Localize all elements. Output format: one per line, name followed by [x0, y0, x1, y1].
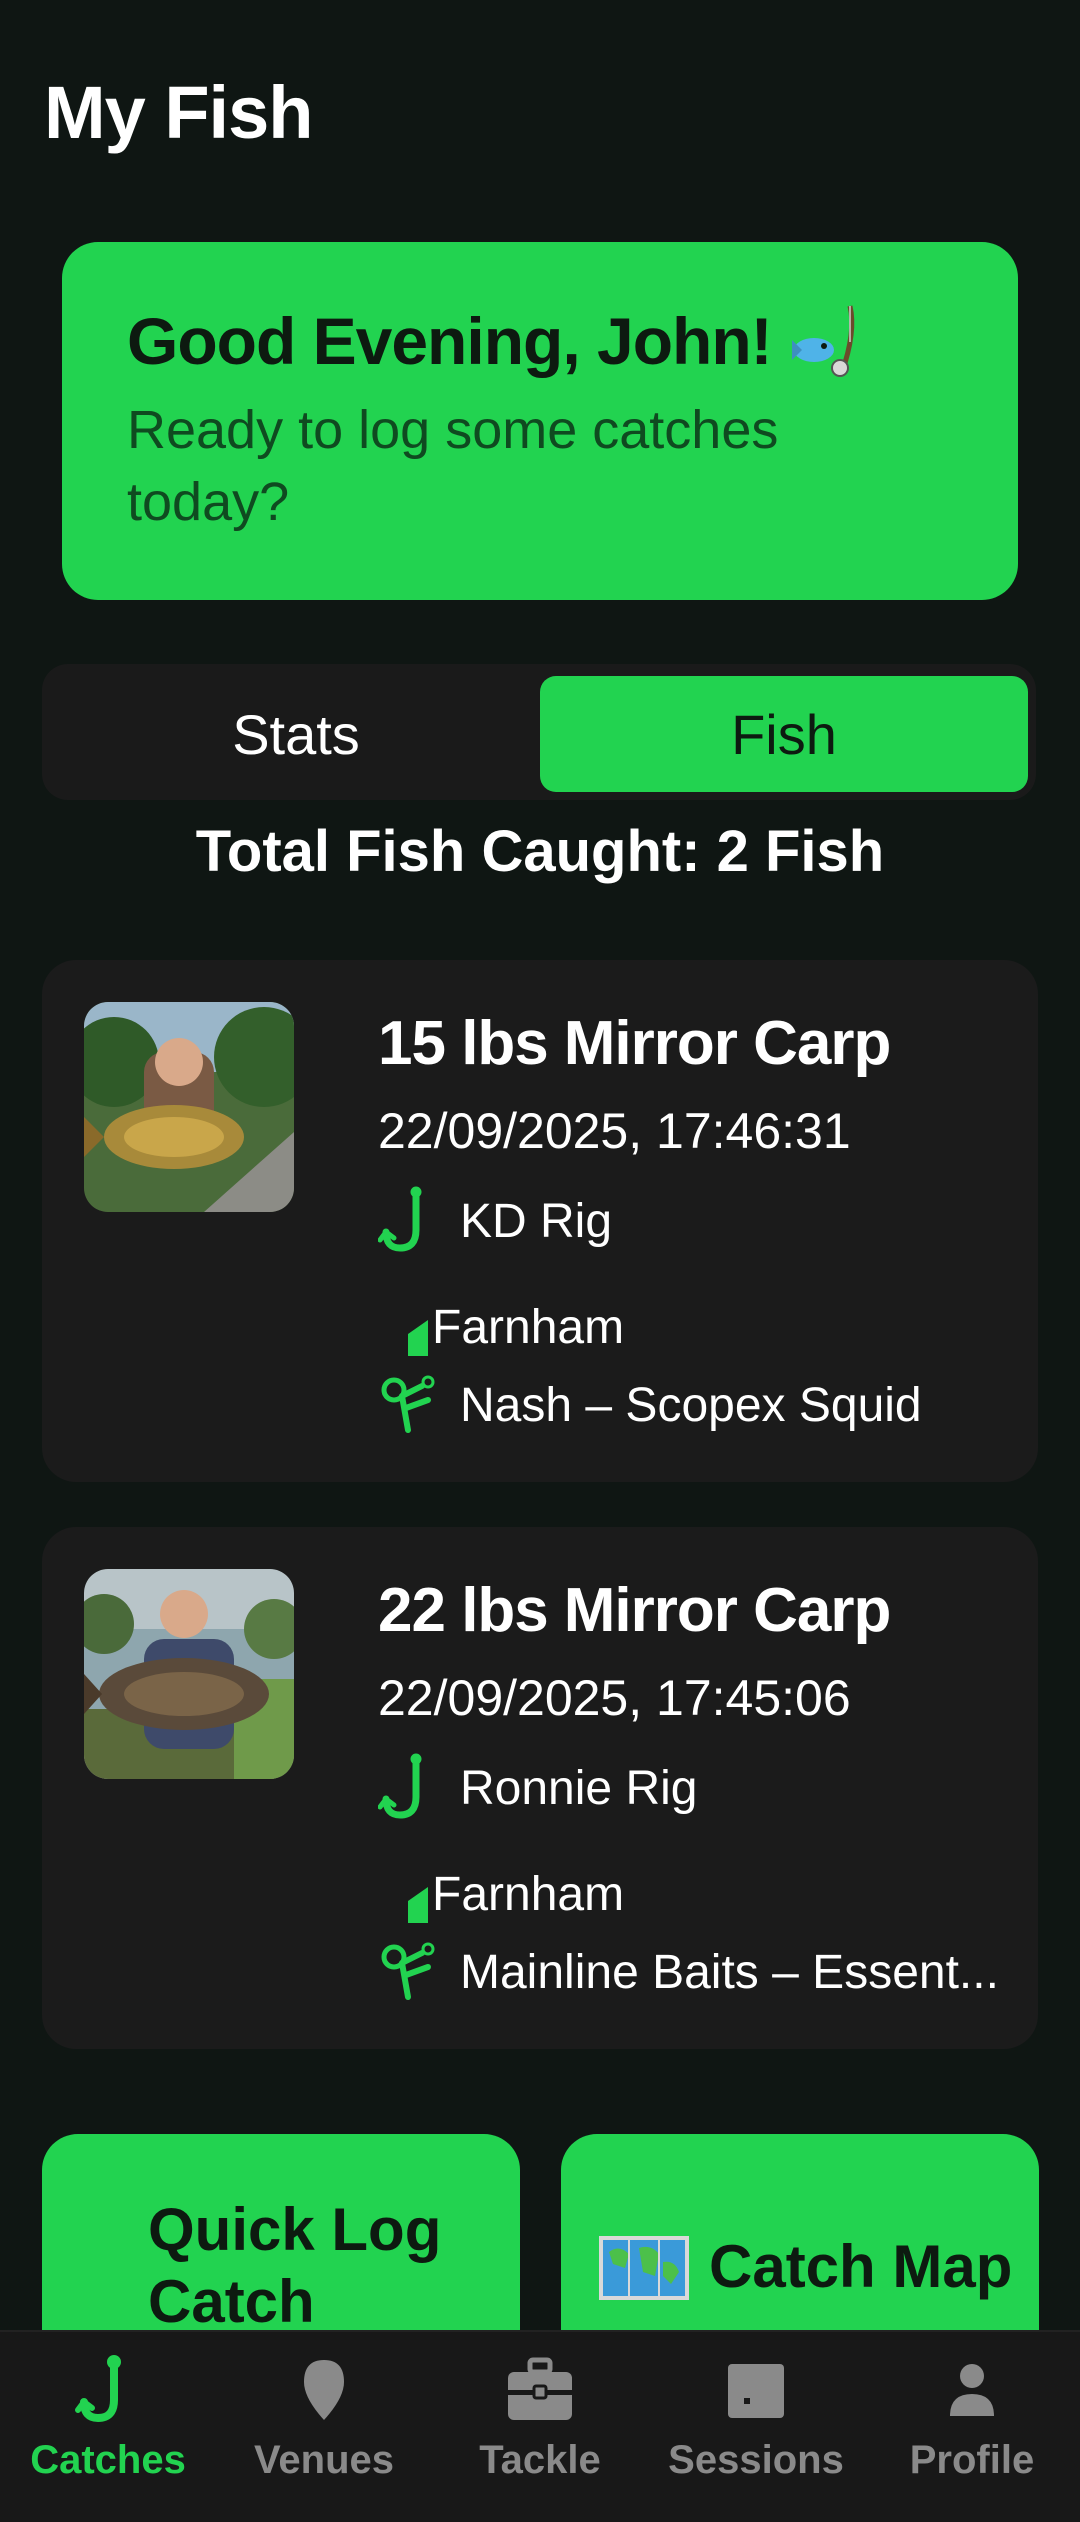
catch-venue-row: Farnham — [378, 1859, 624, 1929]
bottom-nav: Catches Venues Tackle Sessions Profile — [0, 2330, 1080, 2522]
bait-icon — [378, 1937, 440, 2007]
sessions-icon — [728, 2364, 784, 2418]
catch-photo — [84, 1002, 294, 1212]
catch-venue: Farnham — [432, 1300, 625, 1354]
catch-venue-row: Farnham — [378, 1292, 624, 1362]
nav-label: Profile — [909, 2438, 1035, 2482]
tab-fish[interactable]: Fish — [540, 676, 1028, 792]
catch-bait-row: Mainline Baits – Essent... — [378, 1937, 999, 2007]
nav-label: Venues — [253, 2438, 395, 2482]
world-map-icon — [599, 2232, 689, 2302]
catch-species: Mirror Carp — [563, 1576, 892, 1645]
nav-item-catches[interactable]: Catches — [0, 2354, 216, 2514]
hook-icon — [377, 1753, 440, 1823]
catch-photo — [84, 1569, 294, 1779]
catch-map-label: Catch Map — [709, 2233, 1013, 2300]
catch-bait: Nash – Scopex Squid — [460, 1378, 922, 1432]
tackle-box-icon — [508, 2357, 572, 2420]
fishing-pole-icon — [790, 302, 862, 380]
greeting-subtitle: Ready to log some catches today? — [127, 400, 779, 532]
catch-bait: Mainline Baits – Essent... — [460, 1945, 999, 1999]
location-pin-icon — [304, 2360, 344, 2420]
page-title: My Fish — [44, 71, 313, 154]
nav-label: Tackle — [479, 2438, 601, 2482]
nav-label: Sessions — [668, 2438, 844, 2482]
catch-rig-row: Ronnie Rig — [377, 1753, 698, 1823]
nav-item-sessions[interactable]: Sessions — [648, 2354, 864, 2514]
greeting-card: Good Evening, John! Ready to log some ca… — [62, 242, 1018, 600]
catch-rig-row: KD Rig — [377, 1186, 613, 1256]
view-toggle: Stats Fish — [42, 664, 1036, 800]
catch-title: 22 lbs Mirror Carp — [378, 1575, 892, 1646]
greeting-title: Good Evening, John! — [127, 304, 773, 378]
tab-stats[interactable]: Stats — [52, 676, 540, 792]
catch-rig: Ronnie Rig — [460, 1761, 698, 1815]
nav-label: Catches — [30, 2438, 186, 2482]
nav-item-tackle[interactable]: Tackle — [432, 2354, 648, 2514]
catch-datetime: 22/09/2025, 17:46:31 — [378, 1103, 851, 1159]
hook-icon — [377, 1186, 440, 1256]
bait-icon — [378, 1370, 440, 1440]
catch-rig: KD Rig — [460, 1194, 613, 1248]
venue-marker-icon — [378, 1292, 432, 1362]
catch-species: Mirror Carp — [563, 1009, 892, 1078]
venue-marker-icon — [378, 1859, 432, 1929]
nav-item-profile[interactable]: Profile — [864, 2354, 1080, 2514]
catch-weight: 15 lbs — [378, 1009, 549, 1078]
catch-card[interactable]: 22 lbs Mirror Carp 22/09/2025, 17:45:06 R… — [42, 1527, 1038, 2049]
nav-item-venues[interactable]: Venues — [216, 2354, 432, 2514]
catch-bait-row: Nash – Scopex Squid — [378, 1370, 922, 1440]
hook-icon — [75, 2355, 121, 2423]
greeting-title-row: Good Evening, John! — [127, 302, 958, 380]
catch-venue: Farnham — [432, 1867, 625, 1921]
catch-weight: 22 lbs — [378, 1576, 549, 1645]
person-icon — [950, 2364, 994, 2416]
catch-datetime: 22/09/2025, 17:45:06 — [378, 1670, 851, 1726]
total-fish-caught: Total Fish Caught: 2 Fish — [195, 819, 885, 884]
catch-title: 15 lbs Mirror Carp — [378, 1008, 892, 1079]
catch-card[interactable]: 15 lbs Mirror Carp 22/09/2025, 17:46:31 K… — [42, 960, 1038, 1482]
